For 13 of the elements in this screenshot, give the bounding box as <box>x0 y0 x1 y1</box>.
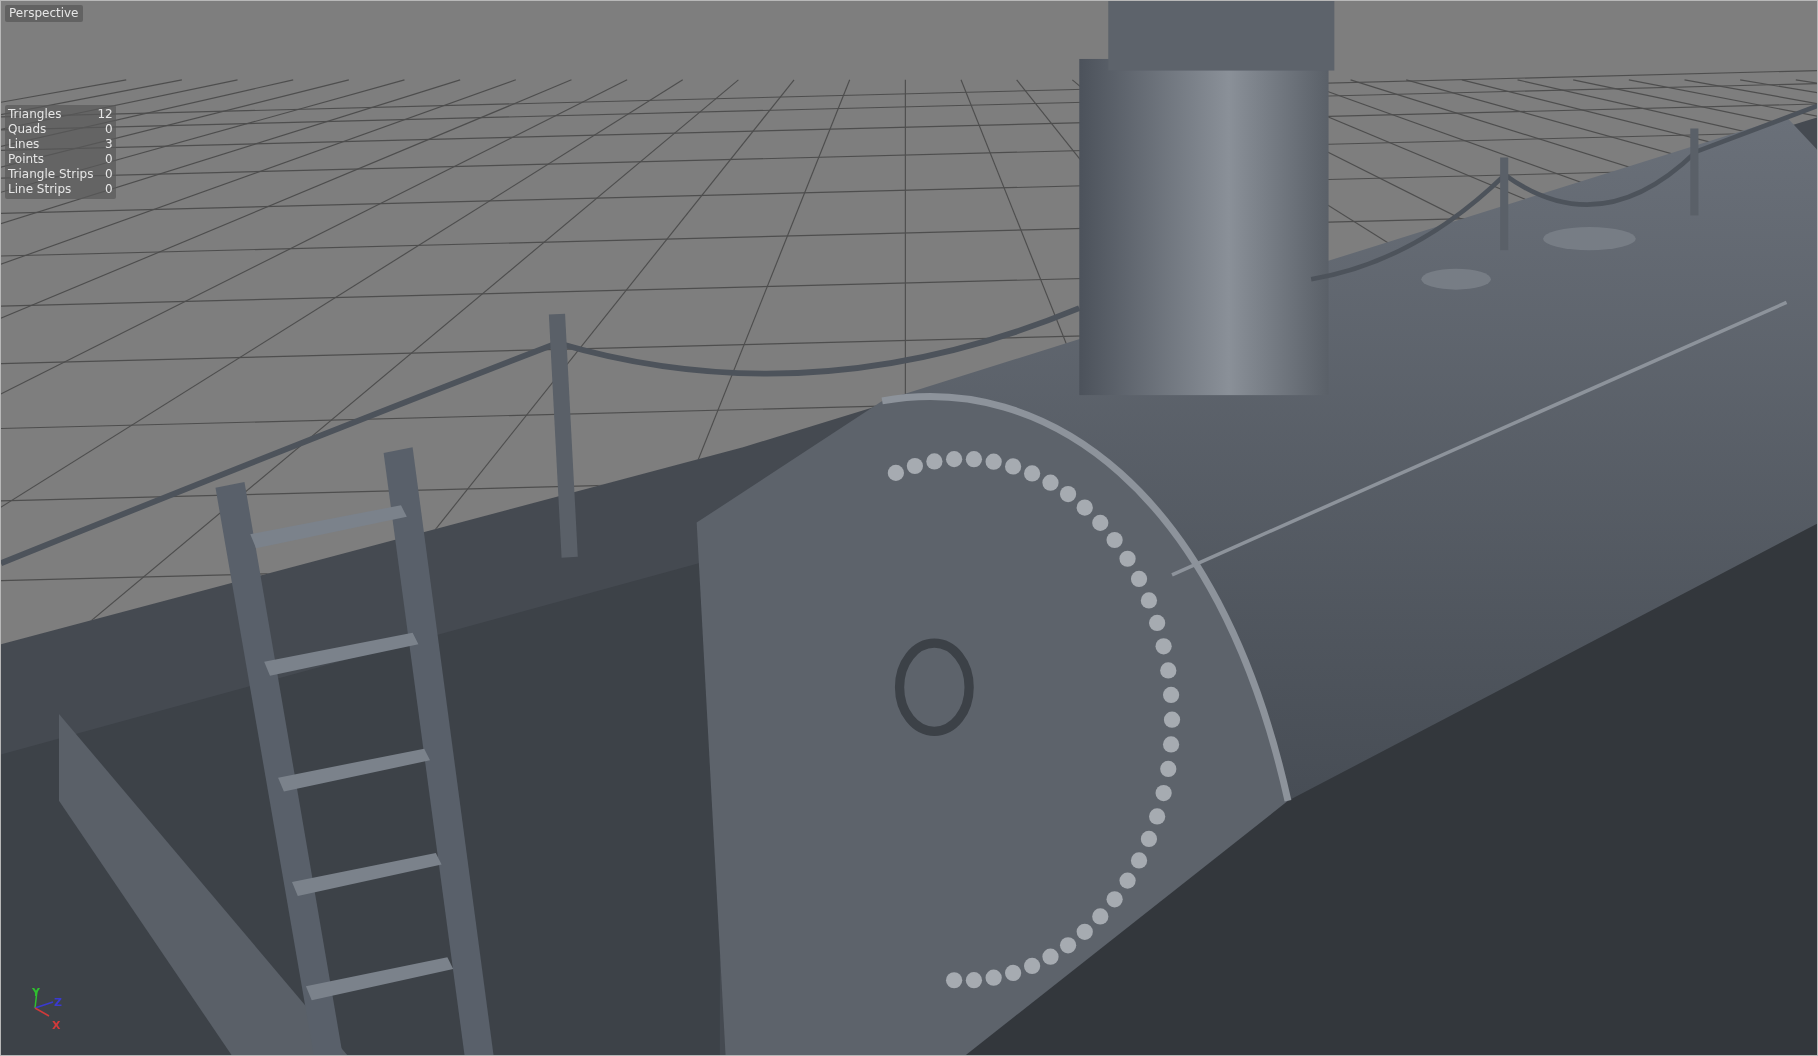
stat-name: Lines <box>8 137 41 152</box>
stat-value: 12 <box>97 107 113 122</box>
stat-value: 0 <box>104 152 113 167</box>
stat-name: Points <box>8 152 46 167</box>
stat-value: 3 <box>104 137 113 152</box>
stat-value: 0 <box>104 167 113 182</box>
stat-value: 0 <box>104 122 113 137</box>
stat-value: 0 <box>104 182 113 197</box>
stat-name: Quads <box>8 122 48 137</box>
stat-name: Triangles <box>8 107 63 122</box>
viewport-label[interactable]: Perspective <box>5 5 83 22</box>
stat-name: Triangle Strips <box>8 167 94 182</box>
stat-name: Line Strips <box>8 182 73 197</box>
